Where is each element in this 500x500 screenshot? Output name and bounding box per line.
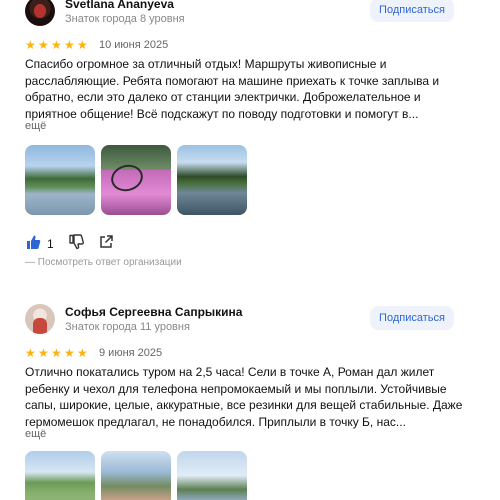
review-date: 10 июня 2025 bbox=[99, 39, 169, 51]
review-photo[interactable] bbox=[25, 451, 95, 500]
photo-gallery bbox=[25, 451, 247, 500]
star-rating: ★ ★ ★ ★ ★ bbox=[25, 347, 89, 359]
share-button[interactable] bbox=[98, 234, 114, 255]
star-icon: ★ bbox=[64, 346, 75, 360]
review-text: Отлично покатались туром на 2,5 часа! Се… bbox=[25, 365, 463, 429]
review-photo[interactable] bbox=[177, 451, 247, 500]
author-name[interactable]: Софья Сергеевна Сапрыкина bbox=[65, 305, 242, 319]
star-icon: ★ bbox=[38, 346, 49, 360]
star-icon: ★ bbox=[51, 346, 62, 360]
subscribe-button[interactable]: Подписаться bbox=[370, 0, 454, 22]
review-date: 9 июня 2025 bbox=[99, 347, 163, 359]
photo-gallery bbox=[25, 145, 247, 215]
review-photo[interactable] bbox=[25, 145, 95, 215]
avatar[interactable] bbox=[25, 0, 55, 26]
star-icon: ★ bbox=[25, 38, 36, 52]
share-icon bbox=[98, 234, 114, 255]
author-name[interactable]: Svetlana Ananyeva bbox=[65, 0, 174, 11]
thumbs-up-icon bbox=[25, 234, 41, 255]
more-link[interactable]: ещё bbox=[25, 120, 46, 132]
star-icon: ★ bbox=[77, 346, 88, 360]
subscribe-button[interactable]: Подписаться bbox=[370, 306, 454, 330]
review-photo[interactable] bbox=[177, 145, 247, 215]
more-link[interactable]: ещё bbox=[25, 428, 46, 440]
rating-row: ★ ★ ★ ★ ★ 9 июня 2025 bbox=[25, 346, 162, 360]
like-count: 1 bbox=[47, 237, 54, 251]
star-icon: ★ bbox=[64, 38, 75, 52]
star-icon: ★ bbox=[38, 38, 49, 52]
review-photo[interactable] bbox=[101, 145, 171, 215]
review-photo[interactable] bbox=[101, 451, 171, 500]
review-header: Svetlana Ananyeva Знаток города 8 уровня… bbox=[0, 0, 500, 28]
star-icon: ★ bbox=[51, 38, 62, 52]
author-level: Знаток города 11 уровня bbox=[65, 321, 190, 333]
dislike-button[interactable] bbox=[68, 233, 84, 255]
review-text: Спасибо огромное за отличный отдых! Марш… bbox=[25, 57, 440, 121]
avatar[interactable] bbox=[25, 304, 55, 334]
rating-row: ★ ★ ★ ★ ★ 10 июня 2025 bbox=[25, 38, 168, 52]
author-level: Знаток города 8 уровня bbox=[65, 13, 185, 25]
review-header: Софья Сергеевна Сапрыкина Знаток города … bbox=[0, 300, 500, 336]
star-icon: ★ bbox=[25, 346, 36, 360]
thumbs-down-icon bbox=[68, 233, 84, 255]
like-button[interactable]: 1 bbox=[25, 234, 54, 255]
view-org-reply-link[interactable]: — Посмотреть ответ организации bbox=[25, 257, 182, 268]
review-actions: 1 bbox=[25, 233, 128, 255]
star-icon: ★ bbox=[77, 38, 88, 52]
star-rating: ★ ★ ★ ★ ★ bbox=[25, 39, 89, 51]
